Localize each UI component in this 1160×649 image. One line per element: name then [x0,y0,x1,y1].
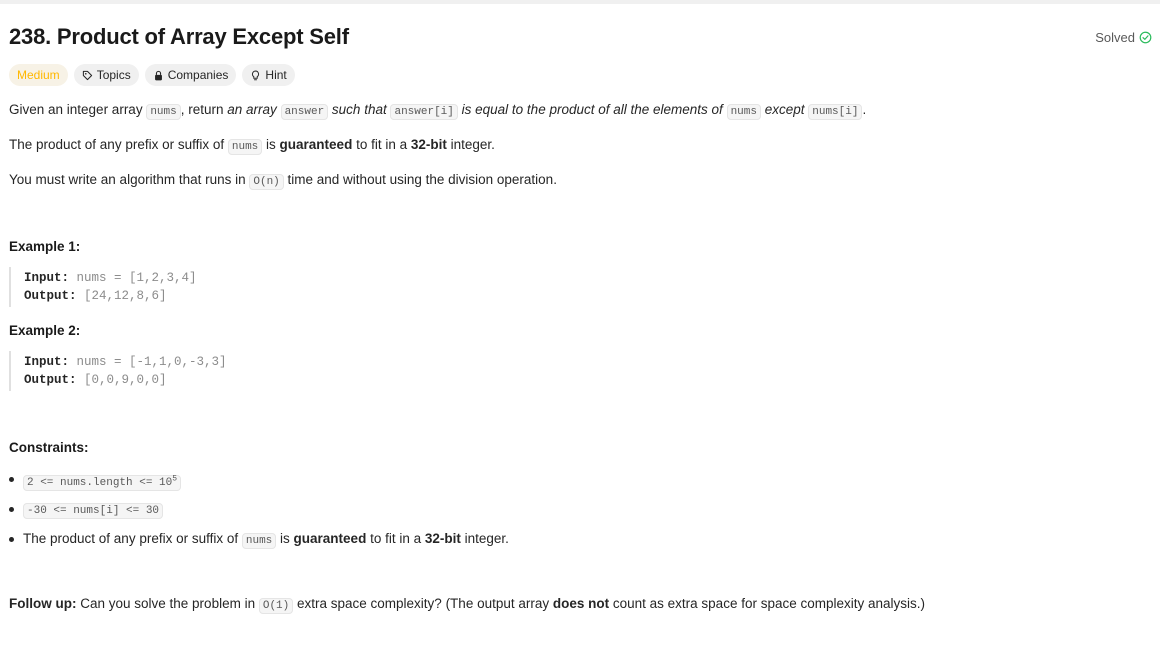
text: The product of any prefix or suffix of [9,137,228,152]
hint-label: Hint [265,68,287,82]
text: extra space complexity? (The output arra… [293,596,553,611]
list-item: 2 <= nums.length <= 105 [9,469,1149,491]
inline-code: answer [280,104,329,120]
text: The product of any prefix or suffix of [23,531,242,546]
inline-code: O(n) [249,174,284,190]
inline-code: answer[i] [390,104,458,120]
input-value: nums = [-1,1,0,-3,3] [76,355,227,369]
emphasis: except [760,102,809,117]
inline-code: nums [241,533,277,549]
inline-code: 2 <= nums.length <= 105 [23,474,182,491]
text: is [262,137,280,152]
description-paragraph-2: The product of any prefix or suffix of n… [9,135,1149,157]
follow-up-label: Follow up: [9,596,77,611]
constraint-code: 2 <= nums.length <= 10 [27,476,173,489]
emphasis: is equal to the product of all the eleme… [457,102,727,117]
text: Can you solve the problem in [76,596,259,611]
inline-code: nums [726,104,761,120]
companies-label: Companies [167,68,229,82]
text: You must write an algorithm that runs in [9,172,250,187]
lock-icon [154,70,162,80]
difficulty-badge: Medium [9,64,68,86]
superscript: 5 [172,474,178,483]
inline-code: -30 <= nums[i] <= 30 [23,503,164,519]
problem-title[interactable]: 238. Product of Array Except Self [9,24,349,50]
bold-text: 32-bit [410,137,447,152]
top-bar [0,0,1160,4]
output-value: [24,12,8,6] [84,289,167,303]
example-2: Example 2: Input: nums = [-1,1,0,-3,3] O… [9,323,1149,391]
input-label: Input: [24,271,70,285]
inline-code: nums[i] [808,104,863,120]
constraints-section: Constraints: 2 <= nums.length <= 105 -30… [9,440,1149,549]
text: is [276,531,294,546]
list-item: -30 <= nums[i] <= 30 [9,499,1149,519]
text: Given an integer array [9,102,147,117]
bold-text: 32-bit [424,531,461,546]
solved-label: Solved [1095,29,1135,45]
example-title: Example 1: [9,239,81,254]
text: count as extra space for space complexit… [609,596,926,611]
bold-text: guaranteed [279,137,353,152]
input-label: Input: [24,355,70,369]
text: integer. [460,531,509,546]
tags-row: Medium Topics Companies Hint [9,64,1149,86]
emphasis: an array [227,102,277,117]
example-code-block: Input: nums = [-1,1,0,-3,3] Output: [0,0… [9,351,1149,391]
text: . [862,102,867,117]
text: to fit in a [352,137,411,152]
title-row: 238. Product of Array Except Self Solved [9,22,1152,52]
lightbulb-icon [252,70,260,80]
hint-button[interactable]: Hint [242,64,295,86]
emphasis: such that [328,102,391,117]
tag-icon [82,70,92,80]
example-code-block: Input: nums = [1,2,3,4] Output: [24,12,8… [9,267,1149,307]
text: integer. [446,137,495,152]
topics-button[interactable]: Topics [73,64,139,86]
text: , return [180,102,228,117]
inline-code: nums [146,104,181,120]
constraints-list: 2 <= nums.length <= 105 -30 <= nums[i] <… [9,469,1149,549]
solved-status: Solved [1095,30,1152,45]
output-label: Output: [24,289,77,303]
constraints-title: Constraints: [9,440,89,455]
bold-text: does not [552,596,610,611]
input-value: nums = [1,2,3,4] [76,271,197,285]
topics-label: Topics [96,68,131,82]
companies-button[interactable]: Companies [144,64,237,86]
description-paragraph-3: You must write an algorithm that runs in… [9,170,1149,192]
text: to fit in a [366,531,425,546]
list-item: The product of any prefix or suffix of n… [9,529,1149,549]
example-1: Example 1: Input: nums = [1,2,3,4] Outpu… [9,239,1149,307]
problem-description: 238. Product of Array Except Self Solved… [9,22,1152,616]
bold-text: guaranteed [293,531,367,546]
example-title: Example 2: [9,323,81,338]
output-value: [0,0,9,0,0] [84,373,167,387]
inline-code: nums [227,139,263,155]
follow-up: Follow up: Can you solve the problem in … [9,594,1149,616]
check-circle-icon [1139,31,1152,43]
inline-code: O(1) [258,598,294,614]
output-label: Output: [24,373,77,387]
text: time and without using the division oper… [283,172,557,187]
description-paragraph-1: Given an integer array nums, return an a… [9,100,1149,122]
